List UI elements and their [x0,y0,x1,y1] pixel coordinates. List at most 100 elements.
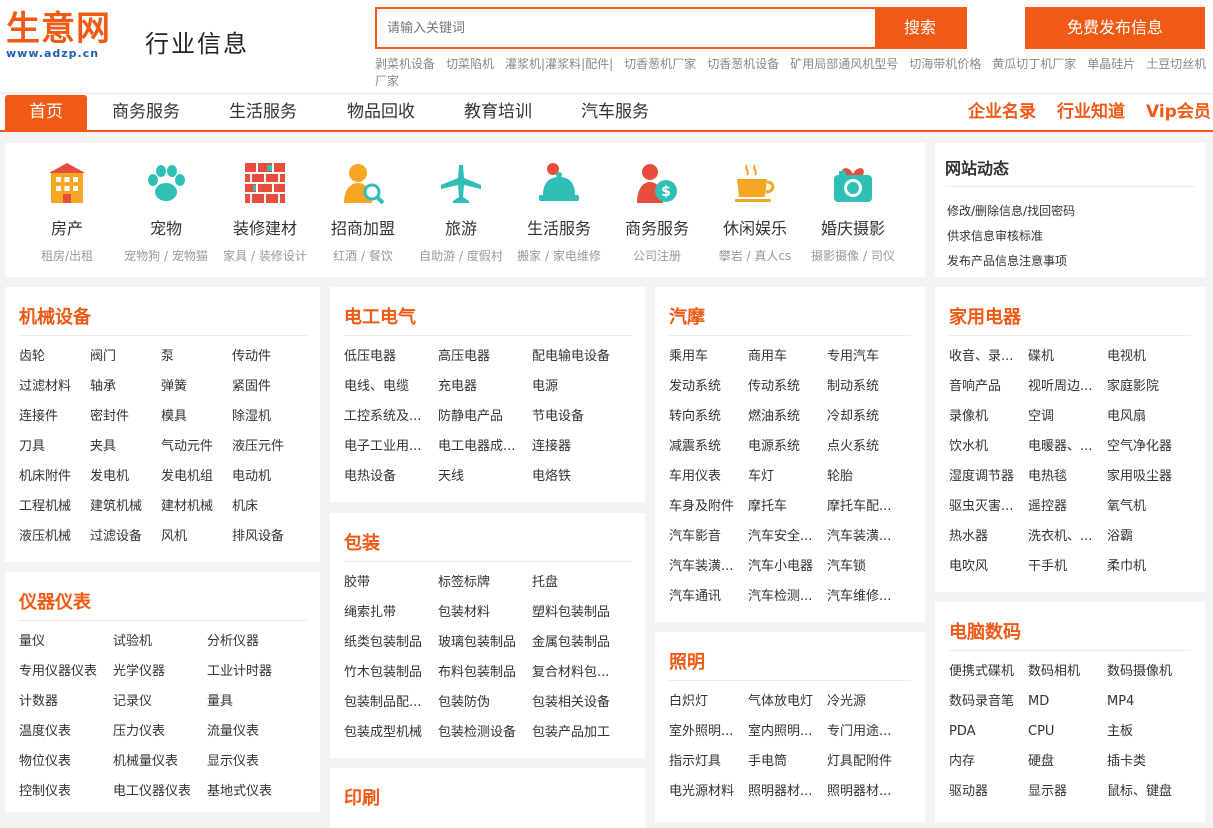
category-link[interactable]: 汽车通讯 [669,582,748,612]
category-link[interactable]: 视听周边... [1028,372,1107,402]
category-link[interactable]: 托盘 [532,568,632,598]
nav-item-business[interactable]: 商务服务 [100,95,192,130]
category-link[interactable]: 工程机械 [19,492,90,522]
category-link[interactable]: 低压电器 [344,342,438,372]
category-link[interactable]: 电热设备 [344,462,438,492]
category-link[interactable]: 塑料包装制品 [532,598,632,628]
category-link[interactable]: 复合材料包... [532,658,632,688]
category-link[interactable]: 电光源材料 [669,777,748,807]
category-link[interactable]: 布料包装制品 [438,658,532,688]
category-link[interactable]: 遥控器 [1028,492,1107,522]
category-link[interactable]: 竹木包装制品 [344,658,438,688]
category-link[interactable]: CPU [1028,717,1107,747]
category-link[interactable]: 风机 [161,522,232,552]
section-title[interactable]: 汽摩 [669,303,705,329]
category-link[interactable]: 液压机械 [19,522,90,552]
category-link[interactable]: 照明器材... [748,777,827,807]
category-link[interactable]: 模具 [161,402,232,432]
category-link[interactable]: 工控系统及... [344,402,438,432]
category-link[interactable]: 电吹风 [949,552,1028,582]
category-link[interactable]: 控制仪表 [19,777,113,807]
category-decoration[interactable]: 装修建材 家具 / 装修设计 [216,155,314,264]
category-link[interactable]: 汽车锁 [827,552,909,582]
category-link[interactable]: 过滤设备 [90,522,161,552]
category-link[interactable]: 硬盘 [1028,747,1107,777]
category-link[interactable]: 工业计时器 [207,657,307,687]
category-link[interactable]: 商用车 [748,342,827,372]
category-link[interactable]: 便携式碟机 [949,657,1028,687]
category-link[interactable]: 发电机 [90,462,161,492]
category-link[interactable]: 专门用途... [827,717,909,747]
site-logo[interactable]: 生意网 www.adzp.cn [6,10,116,64]
category-link[interactable]: 空调 [1028,402,1107,432]
category-link[interactable]: 包装相关设备 [532,688,632,718]
news-item[interactable]: 修改/删除信息/找回密码 [947,202,1075,219]
category-franchise[interactable]: 招商加盟 红酒 / 餐饮 [314,155,412,264]
category-link[interactable]: 流量仪表 [207,717,307,747]
section-title[interactable]: 机械设备 [19,303,91,329]
category-link[interactable]: 专用仪器仪表 [19,657,113,687]
category-link[interactable]: 天线 [438,462,532,492]
category-link[interactable]: 玻璃包装制品 [438,628,532,658]
category-link[interactable]: 空气净化器 [1107,432,1189,462]
category-link[interactable]: 车灯 [748,462,827,492]
category-link[interactable]: 柔巾机 [1107,552,1189,582]
hot-keyword-link[interactable]: 切海带机价格 [909,57,981,71]
category-link[interactable]: 建筑机械 [90,492,161,522]
section-title[interactable]: 电工电气 [344,303,416,329]
category-link[interactable]: 汽车维修... [827,582,909,612]
category-leisure[interactable]: 休闲娱乐 攀岩 / 真人cs [706,155,804,264]
category-link[interactable]: 灯具配附件 [827,747,909,777]
category-link[interactable]: 排风设备 [232,522,307,552]
category-link[interactable]: MP4 [1107,687,1189,717]
category-link[interactable]: 白炽灯 [669,687,748,717]
category-link[interactable]: 干手机 [1028,552,1107,582]
category-link[interactable]: 显示器 [1028,777,1107,807]
category-link[interactable]: 数码摄像机 [1107,657,1189,687]
category-travel[interactable]: 旅游 自助游 / 度假村 [412,155,510,264]
category-link[interactable]: 连接件 [19,402,90,432]
section-title[interactable]: 家用电器 [949,303,1021,329]
category-link[interactable]: 汽车装潢... [669,552,748,582]
category-link[interactable]: 发电机组 [161,462,232,492]
section-title[interactable]: 照明 [669,648,705,674]
category-link[interactable]: 物位仪表 [19,747,113,777]
category-link[interactable]: 冷却系统 [827,402,909,432]
category-link[interactable]: 轴承 [90,372,161,402]
category-link[interactable]: 机床 [232,492,307,522]
category-business-service[interactable]: $ 商务服务 公司注册 [608,155,706,264]
category-link[interactable]: 量具 [207,687,307,717]
nav-item-car[interactable]: 汽车服务 [569,95,661,130]
category-link[interactable]: 电烙铁 [532,462,632,492]
hot-keyword-link[interactable]: 灌浆机|灌浆料|配件| [505,57,613,71]
category-link[interactable]: 配电输电设备 [532,342,632,372]
category-link[interactable]: 标签标牌 [438,568,532,598]
category-link[interactable]: 金属包装制品 [532,628,632,658]
category-link[interactable]: 燃油系统 [748,402,827,432]
category-link[interactable]: 充电器 [438,372,532,402]
category-link[interactable]: 节电设备 [532,402,632,432]
category-link[interactable]: 收音、录... [949,342,1028,372]
category-link[interactable]: 显示仪表 [207,747,307,777]
category-link[interactable]: 绳索扎带 [344,598,438,628]
category-link[interactable]: 饮水机 [949,432,1028,462]
category-link[interactable]: 制动系统 [827,372,909,402]
category-link[interactable]: 浴霸 [1107,522,1189,552]
category-link[interactable]: 汽车影音 [669,522,748,552]
category-link[interactable]: 电视机 [1107,342,1189,372]
category-link[interactable]: 机械量仪表 [113,747,207,777]
category-link[interactable]: 插卡类 [1107,747,1189,777]
category-link[interactable]: 点火系统 [827,432,909,462]
category-link[interactable]: 电源 [532,372,632,402]
category-link[interactable]: 密封件 [90,402,161,432]
category-link[interactable]: 齿轮 [19,342,90,372]
category-link[interactable]: 基地式仪表 [207,777,307,807]
category-link[interactable]: 压力仪表 [113,717,207,747]
category-link[interactable]: 连接器 [532,432,632,462]
category-link[interactable]: MD [1028,687,1107,717]
category-link[interactable]: 传动件 [232,342,307,372]
category-link[interactable]: 传动系统 [748,372,827,402]
nav-industry-qa[interactable]: 行业知道 [1057,95,1125,130]
hot-keyword-link[interactable]: 切香葱机设备 [707,57,779,71]
nav-item-life[interactable]: 生活服务 [217,95,309,130]
